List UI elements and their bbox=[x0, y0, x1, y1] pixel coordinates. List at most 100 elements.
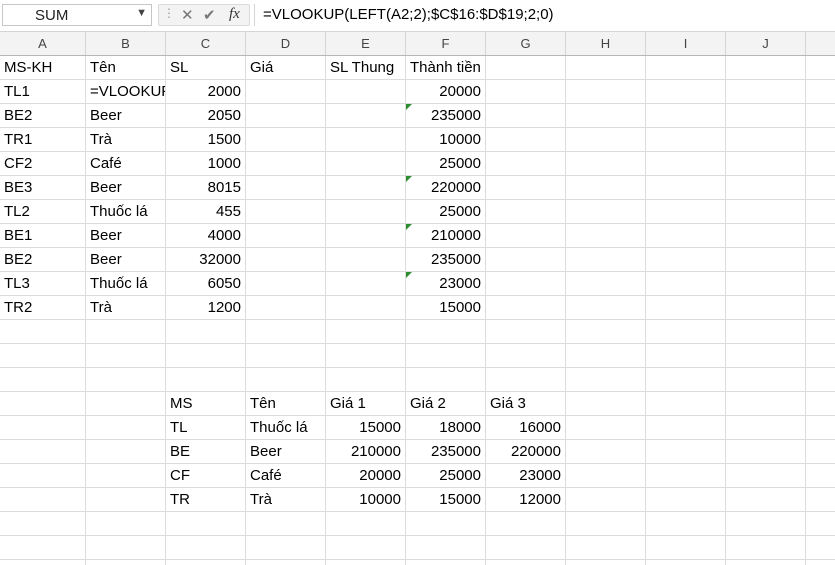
cell-i[interactable] bbox=[646, 320, 726, 344]
cell-d[interactable] bbox=[246, 512, 326, 536]
cell-g[interactable] bbox=[486, 272, 566, 296]
cell-a[interactable] bbox=[0, 416, 86, 440]
cell-j[interactable] bbox=[726, 200, 806, 224]
cell-g[interactable] bbox=[486, 224, 566, 248]
cell-f[interactable] bbox=[406, 536, 486, 560]
cell-e[interactable] bbox=[326, 512, 406, 536]
cell-c[interactable]: SL bbox=[166, 56, 246, 80]
cell-i[interactable] bbox=[646, 128, 726, 152]
cell-c[interactable]: 4000 bbox=[166, 224, 246, 248]
cell-a[interactable] bbox=[0, 560, 86, 565]
cell-a[interactable]: BE2 bbox=[0, 104, 86, 128]
cell-i[interactable] bbox=[646, 104, 726, 128]
cell-c[interactable]: 1000 bbox=[166, 152, 246, 176]
column-header-e[interactable]: E bbox=[326, 32, 406, 55]
cell-h[interactable] bbox=[566, 488, 646, 512]
cell-h[interactable] bbox=[566, 344, 646, 368]
cell-f[interactable]: 23000 bbox=[406, 272, 486, 296]
cell-e[interactable]: 10000 bbox=[326, 488, 406, 512]
cell-g[interactable] bbox=[486, 560, 566, 565]
cell-c[interactable]: TL bbox=[166, 416, 246, 440]
cell-c[interactable] bbox=[166, 560, 246, 565]
cell-k[interactable] bbox=[806, 176, 835, 200]
cell-c[interactable]: 1500 bbox=[166, 128, 246, 152]
cell-b[interactable]: Thuốc lá bbox=[86, 272, 166, 296]
cell-j[interactable] bbox=[726, 272, 806, 296]
cell-k[interactable] bbox=[806, 272, 835, 296]
enter-icon[interactable]: ✔ bbox=[203, 6, 216, 24]
cell-a[interactable] bbox=[0, 488, 86, 512]
cell-e[interactable] bbox=[326, 200, 406, 224]
cell-e[interactable] bbox=[326, 296, 406, 320]
cell-h[interactable] bbox=[566, 176, 646, 200]
cell-g[interactable]: Giá 3 bbox=[486, 392, 566, 416]
cell-a[interactable]: TL1 bbox=[0, 80, 86, 104]
cell-g[interactable] bbox=[486, 248, 566, 272]
cell-g[interactable]: 23000 bbox=[486, 464, 566, 488]
cell-k[interactable] bbox=[806, 344, 835, 368]
cell-d[interactable] bbox=[246, 80, 326, 104]
cell-i[interactable] bbox=[646, 488, 726, 512]
cell-i[interactable] bbox=[646, 536, 726, 560]
cell-b[interactable] bbox=[86, 320, 166, 344]
cell-a[interactable] bbox=[0, 320, 86, 344]
column-header-c[interactable]: C bbox=[166, 32, 246, 55]
cell-e[interactable] bbox=[326, 104, 406, 128]
column-header-overflow[interactable] bbox=[806, 32, 835, 55]
name-box[interactable]: SUM ▼ bbox=[2, 4, 152, 26]
cell-c[interactable]: MS bbox=[166, 392, 246, 416]
cell-b[interactable] bbox=[86, 512, 166, 536]
cell-f[interactable] bbox=[406, 320, 486, 344]
cell-k[interactable] bbox=[806, 104, 835, 128]
cell-k[interactable] bbox=[806, 200, 835, 224]
column-header-j[interactable]: J bbox=[726, 32, 806, 55]
cell-d[interactable] bbox=[246, 320, 326, 344]
cell-k[interactable] bbox=[806, 248, 835, 272]
cell-j[interactable] bbox=[726, 152, 806, 176]
cell-c[interactable]: 2050 bbox=[166, 104, 246, 128]
cell-g[interactable] bbox=[486, 200, 566, 224]
cell-b[interactable] bbox=[86, 440, 166, 464]
cell-d[interactable] bbox=[246, 104, 326, 128]
cell-j[interactable] bbox=[726, 224, 806, 248]
cell-j[interactable] bbox=[726, 56, 806, 80]
cell-b[interactable] bbox=[86, 392, 166, 416]
cell-a[interactable]: TR2 bbox=[0, 296, 86, 320]
cell-g[interactable] bbox=[486, 104, 566, 128]
cell-k[interactable] bbox=[806, 56, 835, 80]
cell-f[interactable]: 235000 bbox=[406, 248, 486, 272]
cell-g[interactable] bbox=[486, 176, 566, 200]
cell-e[interactable] bbox=[326, 128, 406, 152]
cell-a[interactable] bbox=[0, 392, 86, 416]
cell-h[interactable] bbox=[566, 128, 646, 152]
cell-c[interactable]: CF bbox=[166, 464, 246, 488]
cell-e[interactable] bbox=[326, 536, 406, 560]
cell-a[interactable] bbox=[0, 344, 86, 368]
cell-a[interactable]: BE2 bbox=[0, 248, 86, 272]
cell-b[interactable] bbox=[86, 464, 166, 488]
cell-e[interactable] bbox=[326, 344, 406, 368]
cell-i[interactable] bbox=[646, 344, 726, 368]
cell-h[interactable] bbox=[566, 224, 646, 248]
column-header-b[interactable]: B bbox=[86, 32, 166, 55]
column-header-f[interactable]: F bbox=[406, 32, 486, 55]
cell-f[interactable]: 15000 bbox=[406, 488, 486, 512]
cell-j[interactable] bbox=[726, 248, 806, 272]
name-box-dropdown-icon[interactable]: ▼ bbox=[136, 7, 147, 19]
cell-g[interactable] bbox=[486, 128, 566, 152]
cell-a[interactable]: CF2 bbox=[0, 152, 86, 176]
cell-b[interactable] bbox=[86, 560, 166, 565]
cell-j[interactable] bbox=[726, 368, 806, 392]
cell-f[interactable]: 235000 bbox=[406, 440, 486, 464]
cell-j[interactable] bbox=[726, 416, 806, 440]
cell-c[interactable]: 8015 bbox=[166, 176, 246, 200]
cell-b[interactable]: Beer bbox=[86, 176, 166, 200]
cell-e[interactable] bbox=[326, 80, 406, 104]
cell-g[interactable]: 220000 bbox=[486, 440, 566, 464]
cell-k[interactable] bbox=[806, 320, 835, 344]
column-header-g[interactable]: G bbox=[486, 32, 566, 55]
cell-b[interactable] bbox=[86, 488, 166, 512]
cell-f[interactable]: 210000 bbox=[406, 224, 486, 248]
cell-b[interactable]: Beer bbox=[86, 224, 166, 248]
cell-h[interactable] bbox=[566, 80, 646, 104]
